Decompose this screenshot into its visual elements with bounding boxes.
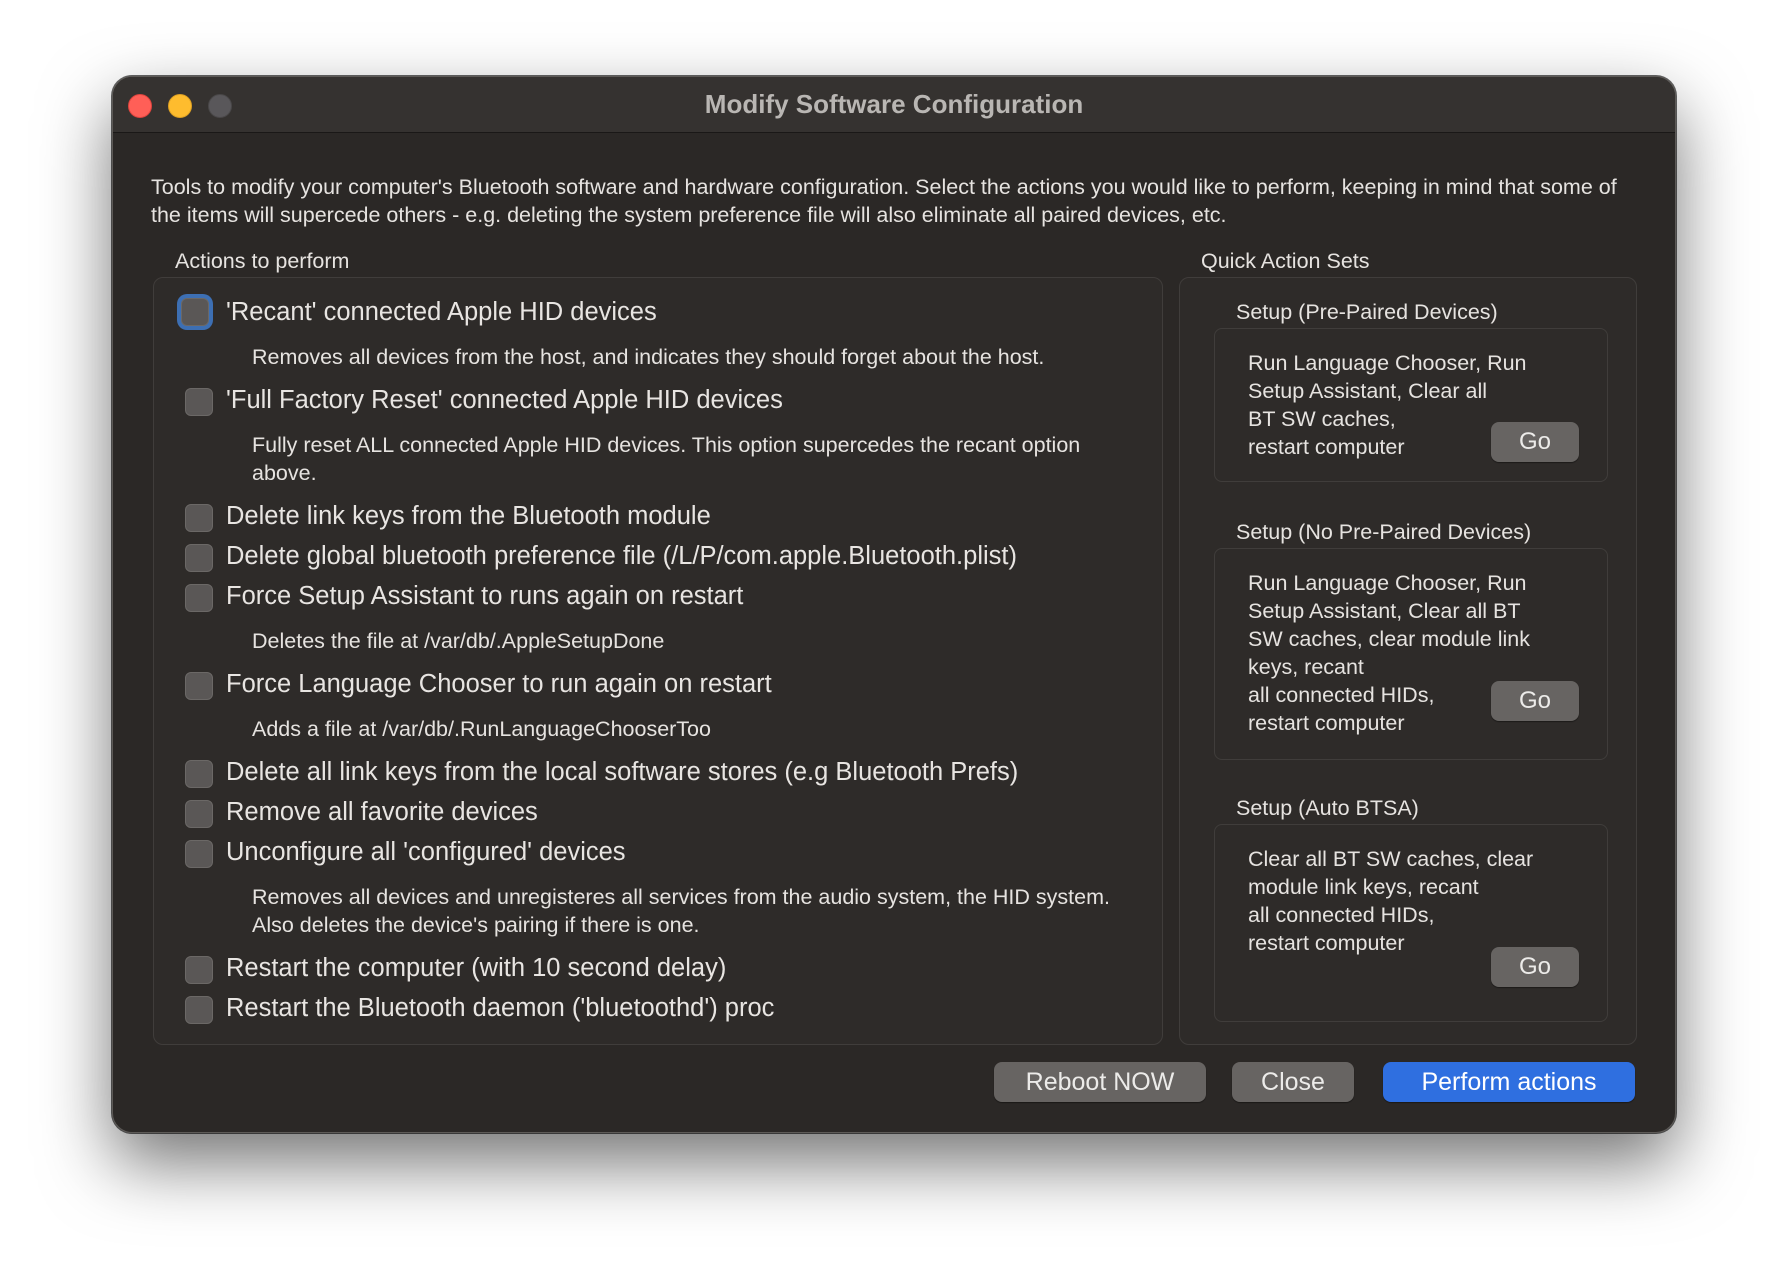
quick-set-title-no-pre-paired: Setup (No Pre-Paired Devices)	[1236, 520, 1532, 544]
reboot-now-button[interactable]: Reboot NOW	[994, 1062, 1206, 1102]
checkbox-restart-bluetoothd[interactable]	[185, 996, 213, 1024]
checkbox-factory-reset[interactable]	[185, 388, 213, 416]
quick-set-title-auto-btsa: Setup (Auto BTSA)	[1236, 796, 1419, 820]
quick-set-desc-auto-btsa: Clear all BT SW caches, clear module lin…	[1248, 847, 1534, 955]
action-desc-recant: Removes all devices from the host, and i…	[252, 345, 1045, 369]
quick-set-box-pre-paired: Run Language Chooser, Run Setup Assistan…	[1214, 328, 1608, 482]
action-label-delete-module-keys: Delete link keys from the Bluetooth modu…	[226, 502, 711, 530]
checkbox-delete-all-link-keys[interactable]	[185, 760, 213, 788]
quick-set-box-auto-btsa: Clear all BT SW caches, clear module lin…	[1214, 824, 1608, 1022]
checkbox-unconfigure-devices[interactable]	[185, 840, 213, 868]
go-button-pre-paired[interactable]: Go	[1491, 422, 1579, 462]
action-desc-force-setup-assistant: Deletes the file at /var/db/.AppleSetupD…	[252, 629, 665, 653]
checkbox-delete-pref-file[interactable]	[185, 544, 213, 572]
action-desc-unconfigure-devices: Removes all devices and unregisteres all…	[252, 885, 1110, 937]
quick-sets-section-label: Quick Action Sets	[1201, 249, 1370, 273]
go-button-auto-btsa[interactable]: Go	[1491, 947, 1579, 987]
action-label-factory-reset: 'Full Factory Reset' connected Apple HID…	[226, 386, 783, 414]
action-label-delete-all-link-keys: Delete all link keys from the local soft…	[226, 758, 1019, 786]
action-label-unconfigure-devices: Unconfigure all 'configured' devices	[226, 838, 626, 866]
checkbox-force-language-chooser[interactable]	[185, 672, 213, 700]
checkbox-remove-favorites[interactable]	[185, 800, 213, 828]
action-label-restart-bluetoothd: Restart the Bluetooth daemon ('bluetooth…	[226, 994, 775, 1022]
actions-group: 'Recant' connected Apple HID devices Rem…	[153, 277, 1163, 1045]
checkbox-restart-computer[interactable]	[185, 956, 213, 984]
action-label-delete-pref-file: Delete global bluetooth preference file …	[226, 542, 1017, 570]
action-label-remove-favorites: Remove all favorite devices	[226, 798, 538, 826]
action-label-recant: 'Recant' connected Apple HID devices	[226, 298, 657, 326]
action-desc-force-language-chooser: Adds a file at /var/db/.RunLanguageChoos…	[252, 717, 711, 741]
action-label-restart-computer: Restart the computer (with 10 second del…	[226, 954, 727, 982]
actions-section-label: Actions to perform	[175, 249, 350, 273]
checkbox-delete-module-keys[interactable]	[185, 504, 213, 532]
quick-set-box-no-pre-paired: Run Language Chooser, Run Setup Assistan…	[1214, 548, 1608, 760]
action-label-force-language-chooser: Force Language Chooser to run again on r…	[226, 670, 772, 698]
title-bar[interactable]: Modify Software Configuration	[113, 77, 1675, 133]
action-desc-factory-reset: Fully reset ALL connected Apple HID devi…	[252, 433, 1081, 485]
close-button[interactable]: Close	[1232, 1062, 1354, 1102]
config-window: Modify Software Configuration Tools to m…	[112, 76, 1676, 1133]
quick-sets-group: Setup (Pre-Paired Devices) Run Language …	[1179, 277, 1637, 1045]
intro-text: Tools to modify your computer's Bluetoot…	[151, 175, 1617, 227]
action-label-force-setup-assistant: Force Setup Assistant to runs again on r…	[226, 582, 744, 610]
perform-actions-button[interactable]: Perform actions	[1383, 1062, 1635, 1102]
go-button-no-pre-paired[interactable]: Go	[1491, 681, 1579, 721]
quick-set-title-pre-paired: Setup (Pre-Paired Devices)	[1236, 300, 1498, 324]
window-title: Modify Software Configuration	[704, 89, 1084, 119]
checkbox-force-setup-assistant[interactable]	[185, 584, 213, 612]
checkbox-recant[interactable]	[181, 298, 209, 326]
